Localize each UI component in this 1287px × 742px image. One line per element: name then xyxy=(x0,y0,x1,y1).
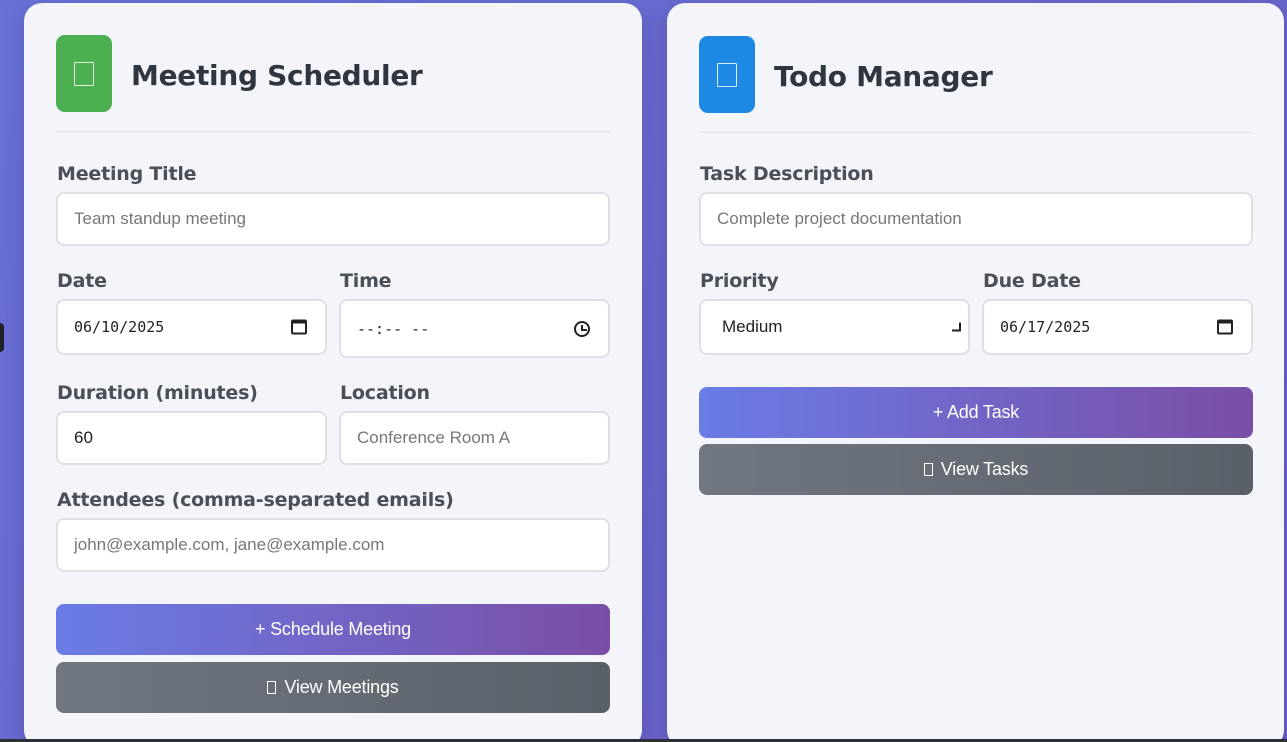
view-meetings-label: View Meetings xyxy=(284,677,399,697)
view-tasks-button[interactable]: View Tasks xyxy=(699,444,1253,495)
meeting-date-input[interactable]: 06/10/2025 xyxy=(56,299,327,355)
calendar-picker-icon[interactable] xyxy=(291,319,307,335)
view-tasks-label: View Tasks xyxy=(940,459,1029,479)
attendees-input[interactable]: john@example.com, jane@example.com xyxy=(56,518,610,572)
calendar-picker-icon[interactable] xyxy=(1217,319,1233,335)
priority-select[interactable]: Medium xyxy=(699,299,970,355)
attendees-placeholder: john@example.com, jane@example.com xyxy=(74,535,385,554)
meeting-title-label: Meeting Title xyxy=(57,163,197,185)
clock-icon[interactable] xyxy=(574,320,590,337)
task-description-label: Task Description xyxy=(700,163,874,185)
priority-label: Priority xyxy=(700,270,779,292)
meeting-title-placeholder: Team standup meeting xyxy=(74,209,246,228)
schedule-meeting-button[interactable]: + Schedule Meeting xyxy=(56,604,610,655)
meeting-scheduler-card: Meeting Scheduler Meeting Title Team sta… xyxy=(24,3,642,742)
task-description-placeholder: Complete project documentation xyxy=(717,209,962,228)
meeting-title-input[interactable]: Team standup meeting xyxy=(56,192,610,246)
duration-label: Duration (minutes) xyxy=(57,382,258,404)
calendar-icon xyxy=(56,35,112,112)
time-label: Time xyxy=(340,270,392,292)
add-task-label: + Add Task xyxy=(932,402,1020,422)
meeting-time-value: --:-- -- xyxy=(357,319,430,338)
view-meetings-button[interactable]: View Meetings xyxy=(56,662,610,713)
date-label: Date xyxy=(57,270,107,292)
checklist-icon xyxy=(699,36,755,113)
chevron-down-icon xyxy=(952,322,961,332)
location-placeholder: Conference Room A xyxy=(357,428,511,447)
location-label: Location xyxy=(340,382,430,404)
duration-input[interactable]: 60 xyxy=(56,411,327,465)
attendees-label: Attendees (comma-separated emails) xyxy=(57,489,454,511)
meeting-date-value: 06/10/2025 xyxy=(74,318,165,336)
duration-value: 60 xyxy=(74,428,93,447)
list-icon xyxy=(267,681,277,694)
due-date-label: Due Date xyxy=(983,270,1081,292)
list-icon xyxy=(923,463,933,476)
location-input[interactable]: Conference Room A xyxy=(339,411,610,465)
add-task-button[interactable]: + Add Task xyxy=(699,387,1253,438)
todo-card-header: Todo Manager xyxy=(699,36,1252,133)
meeting-card-title: Meeting Scheduler xyxy=(131,59,423,92)
meeting-card-header: Meeting Scheduler xyxy=(56,35,610,132)
due-date-value: 06/17/2025 xyxy=(1000,318,1091,336)
schedule-meeting-label: + Schedule Meeting xyxy=(254,619,411,639)
task-description-input[interactable]: Complete project documentation xyxy=(699,192,1253,246)
todo-manager-card: Todo Manager Task Description Complete p… xyxy=(667,3,1284,742)
due-date-input[interactable]: 06/17/2025 xyxy=(982,299,1253,355)
meeting-time-input[interactable]: --:-- -- xyxy=(339,299,610,358)
priority-value: Medium xyxy=(722,317,783,336)
todo-card-title: Todo Manager xyxy=(774,60,993,93)
side-edge-tab xyxy=(0,323,4,352)
